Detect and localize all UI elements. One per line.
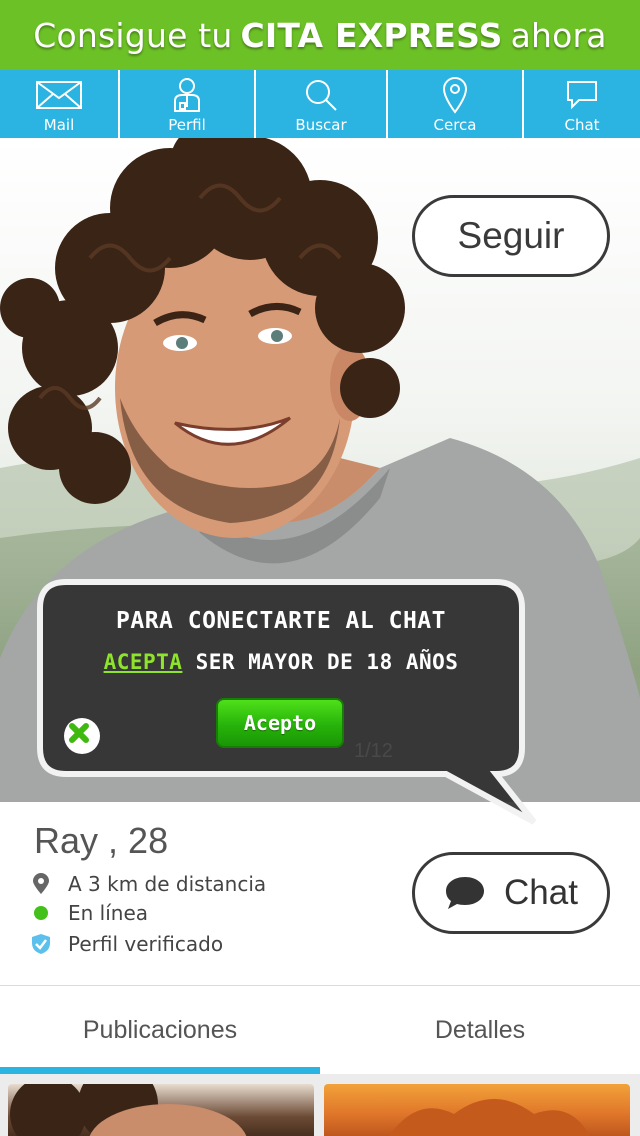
photo-counter: 1/12 (354, 740, 393, 762)
tab-publications[interactable]: Publicaciones (0, 986, 320, 1074)
tab-label: Publicaciones (82, 1015, 238, 1044)
gallery-thumbnail[interactable] (324, 1084, 630, 1136)
chat-button-label: Chat (504, 873, 578, 912)
gallery-thumbnail-art (10, 1084, 247, 1136)
nav-label: Mail (43, 116, 75, 134)
modal-line2: Acepta ser mayor de 18 años (36, 650, 526, 674)
online-status-icon (30, 902, 52, 924)
nav-label: Buscar (295, 116, 347, 134)
nav-item-profile[interactable]: Perfil (118, 70, 254, 138)
online-status-text: En línea (68, 901, 149, 925)
nav-item-chat[interactable]: Chat (522, 70, 640, 138)
top-nav: Mail Perfil Buscar Cerca Chat (0, 70, 640, 138)
promo-banner[interactable]: Consigue tu CITA EXPRESS ahora (0, 0, 640, 70)
profile-icon (163, 76, 211, 114)
modal-line1: Para conectarte al chat (116, 608, 446, 634)
profile-name-text: Ray (34, 820, 99, 861)
accept-button[interactable]: Acepto (216, 698, 344, 748)
nav-label: Cerca (433, 116, 477, 134)
nav-item-mail[interactable]: Mail (0, 70, 118, 138)
banner-text-bold: CITA EXPRESS (240, 15, 503, 55)
follow-button[interactable]: Seguir (412, 195, 610, 277)
age-confirmation-modal: Para conectarte al chat Acepta ser mayor… (36, 578, 537, 828)
close-button[interactable] (64, 718, 100, 754)
verified-shield-icon (30, 933, 52, 955)
profile-age: , 28 (108, 820, 169, 861)
mail-icon (35, 76, 83, 114)
online-row: En línea (30, 899, 148, 927)
banner-text-post: ahora (510, 15, 607, 55)
search-icon (297, 76, 345, 114)
distance-row: A 3 km de distancia (30, 870, 266, 898)
close-icon (65, 719, 93, 747)
accept-link[interactable]: Acepta (104, 650, 183, 674)
nav-item-search[interactable]: Buscar (254, 70, 386, 138)
profile-name: Ray , 28 (34, 820, 168, 862)
nav-item-nearby[interactable]: Cerca (386, 70, 522, 138)
location-pin-icon (30, 873, 52, 895)
banner-text-pre: Consigue tu (33, 15, 233, 55)
verified-row: Perfil verificado (30, 930, 223, 958)
tab-details[interactable]: Detalles (320, 986, 640, 1074)
location-pin-icon (431, 76, 479, 114)
tab-label: Detalles (434, 1015, 526, 1044)
chat-bubble-icon (558, 76, 606, 114)
photo-gallery (0, 1074, 640, 1136)
chat-bubble-icon (446, 877, 485, 909)
distance-text: A 3 km de distancia (68, 872, 267, 896)
verified-text: Perfil verificado (68, 932, 224, 956)
nav-label: Perfil (168, 116, 206, 134)
modal-line2-rest: ser mayor de 18 años (182, 650, 459, 674)
gallery-thumbnail[interactable] (8, 1084, 314, 1136)
chat-button[interactable]: Chat (412, 852, 610, 934)
nav-label: Chat (564, 116, 600, 134)
gallery-thumbnail-art (389, 1099, 591, 1136)
